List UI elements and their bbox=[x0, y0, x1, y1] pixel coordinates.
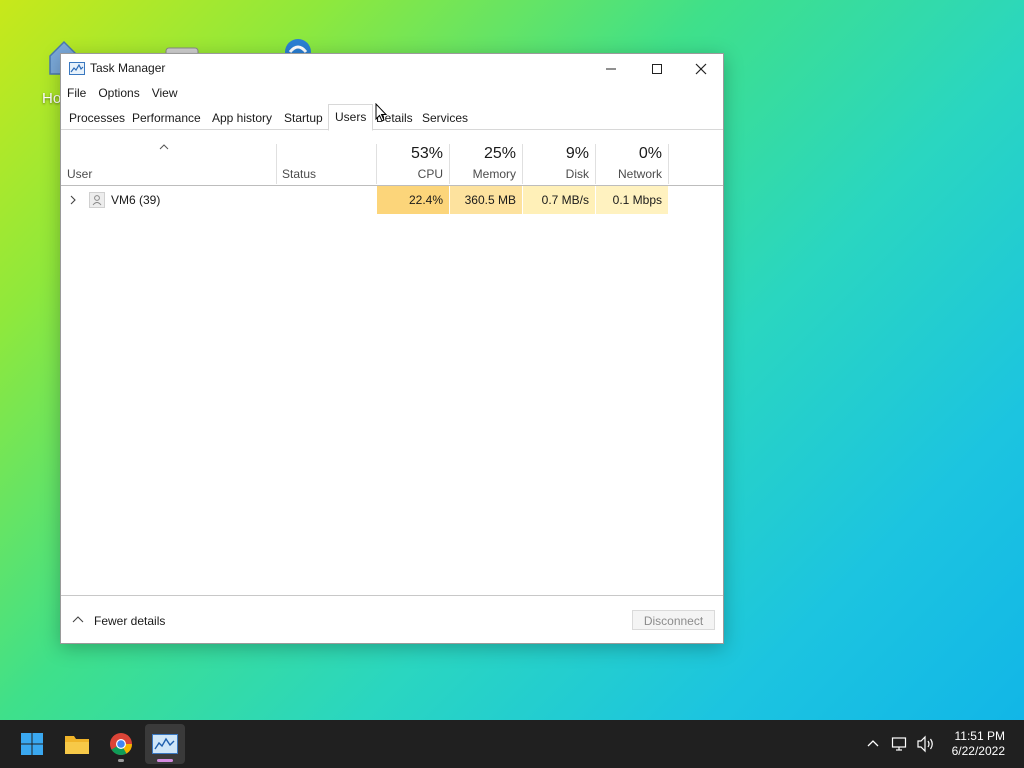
clock-time: 11:51 PM bbox=[954, 729, 1005, 743]
column-cpu[interactable]: CPU bbox=[377, 167, 443, 181]
tab-services[interactable]: Services bbox=[416, 106, 474, 130]
tab-users[interactable]: Users bbox=[328, 104, 374, 131]
tab-strip: Processes Performance App history Startu… bbox=[61, 104, 723, 131]
start-button[interactable] bbox=[12, 724, 52, 764]
network-value: 0.1 Mbps bbox=[596, 186, 668, 214]
column-status[interactable]: Status bbox=[282, 167, 316, 181]
column-memory[interactable]: Memory bbox=[450, 167, 516, 181]
memory-percent[interactable]: 25% bbox=[450, 145, 516, 163]
chevron-up-icon[interactable] bbox=[864, 735, 882, 753]
disk-value: 0.7 MB/s bbox=[523, 186, 595, 214]
tab-performance[interactable]: Performance bbox=[126, 106, 207, 130]
column-user[interactable]: User bbox=[67, 167, 92, 181]
user-name: VM6 (39) bbox=[111, 193, 161, 207]
menu-options[interactable]: Options bbox=[92, 84, 145, 104]
column-divider[interactable] bbox=[276, 144, 277, 184]
column-network[interactable]: Network bbox=[596, 167, 662, 181]
taskbar: 11:51 PM 6/22/2022 bbox=[0, 720, 1024, 768]
running-indicator bbox=[118, 759, 124, 762]
menu-file[interactable]: File bbox=[61, 84, 92, 104]
desktop-icon-label: Ho bbox=[42, 90, 62, 107]
clock-date: 6/22/2022 bbox=[951, 744, 1005, 758]
maximize-icon bbox=[652, 64, 662, 74]
start-icon bbox=[21, 733, 43, 755]
mouse-cursor-icon bbox=[375, 103, 387, 122]
menu-view[interactable]: View bbox=[146, 84, 184, 104]
sort-up-icon bbox=[159, 144, 169, 150]
active-indicator bbox=[157, 759, 173, 762]
chevron-right-icon[interactable] bbox=[68, 194, 78, 206]
network-icon[interactable] bbox=[891, 735, 909, 753]
file-explorer-button[interactable] bbox=[57, 724, 97, 764]
disk-percent[interactable]: 9% bbox=[523, 145, 589, 163]
network-percent[interactable]: 0% bbox=[596, 145, 662, 163]
fewer-details-button[interactable]: Fewer details bbox=[94, 614, 165, 628]
clock[interactable]: 11:51 PM 6/22/2022 bbox=[952, 729, 1005, 759]
menu-bar: File Options View bbox=[61, 84, 184, 104]
minimize-icon bbox=[606, 68, 616, 70]
cpu-percent[interactable]: 53% bbox=[377, 145, 443, 163]
tab-app-history[interactable]: App history bbox=[206, 106, 278, 130]
memory-value: 360.5 MB bbox=[450, 186, 522, 214]
disconnect-button[interactable]: Disconnect bbox=[632, 610, 715, 630]
footer: Fewer details Disconnect bbox=[61, 595, 723, 643]
chrome-icon bbox=[110, 733, 132, 755]
task-manager-window: Task Manager File Options View Processes… bbox=[60, 53, 724, 644]
column-divider[interactable] bbox=[668, 144, 669, 184]
column-header: User Status 53% CPU 25% Memory 9% Disk 0… bbox=[61, 142, 723, 186]
close-button[interactable] bbox=[678, 54, 724, 84]
task-manager-app-icon bbox=[69, 62, 85, 75]
window-title: Task Manager bbox=[90, 61, 166, 75]
tab-processes[interactable]: Processes bbox=[63, 106, 131, 130]
task-manager-icon bbox=[152, 734, 178, 754]
maximize-button[interactable] bbox=[634, 54, 680, 84]
column-disk[interactable]: Disk bbox=[523, 167, 589, 181]
task-manager-taskbar-button[interactable] bbox=[145, 724, 185, 764]
file-explorer-icon bbox=[65, 736, 89, 754]
tab-startup[interactable]: Startup bbox=[278, 106, 329, 130]
chrome-button[interactable] bbox=[101, 724, 141, 764]
close-icon bbox=[695, 63, 707, 75]
system-tray bbox=[864, 720, 936, 768]
user-icon bbox=[89, 192, 105, 208]
minimize-button[interactable] bbox=[588, 54, 634, 84]
table-row[interactable]: VM6 (39) 22.4% 360.5 MB 0.7 MB/s 0.1 Mbp… bbox=[61, 186, 723, 214]
cpu-value: 22.4% bbox=[377, 186, 449, 214]
chevron-up-icon[interactable] bbox=[72, 615, 84, 623]
title-bar[interactable]: Task Manager bbox=[61, 54, 723, 84]
volume-icon[interactable] bbox=[916, 735, 936, 753]
